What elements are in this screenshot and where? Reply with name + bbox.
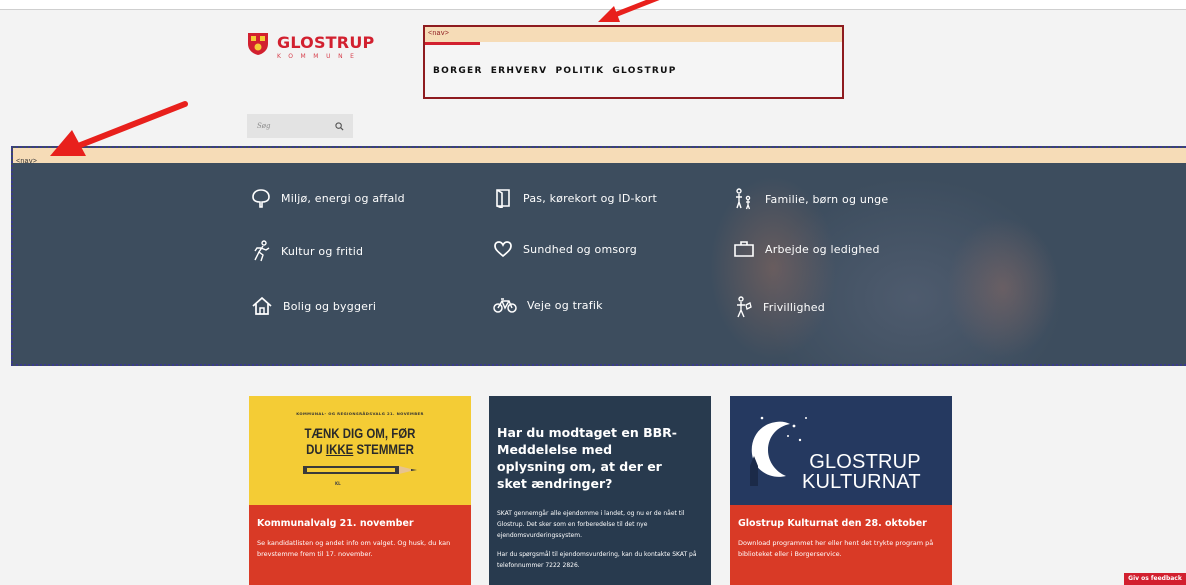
category-pas[interactable]: Pas, kørekort og ID-kort: [493, 188, 657, 208]
search-input[interactable]: Søg: [257, 122, 271, 130]
nav-glostrup[interactable]: GLOSTRUP: [612, 66, 676, 76]
nav-debug-tag: <nav>: [425, 27, 842, 42]
search-icon[interactable]: [335, 121, 344, 131]
category-nav: <nav> Miljø, energi og affald Pas, kørek…: [11, 146, 1186, 366]
briefcase-icon: [734, 241, 754, 257]
category-miljo[interactable]: Miljø, energi og affald: [251, 188, 405, 208]
pencil-illustration: [303, 466, 417, 474]
category-label: Kultur og fritid: [281, 244, 364, 258]
kulturnat-image: GLOSTRUP KULTURNAT: [730, 396, 952, 505]
volunteer-icon: [737, 296, 752, 318]
annotation-arrow-icon: [50, 101, 188, 156]
nav-debug-tag: <nav>: [16, 158, 38, 166]
active-underline: [425, 42, 480, 45]
card-footer: Kommunalvalg 21. november Se kandidatlis…: [249, 505, 471, 585]
category-label: Sundhed og omsorg: [523, 242, 637, 256]
family-icon: [736, 188, 751, 210]
poster-line-2: DU IKKE STEMMER: [306, 441, 414, 457]
site-logo[interactable]: GLOSTRUP KOMMUNE: [247, 32, 374, 61]
logo-subtitle: KOMMUNE: [277, 53, 362, 60]
card-text-1: SKAT gennemgår alle ejendomme i landet, …: [497, 510, 685, 539]
card-title[interactable]: Har du modtaget en BBR-Meddelelse med op…: [489, 396, 689, 492]
election-poster-image: KOMMUNAL- OG REGIONSRÅDSVALG 21. NOVEMBE…: [249, 396, 471, 505]
nav-erhverv[interactable]: ERHVERV: [491, 66, 548, 76]
card-title[interactable]: Glostrup Kulturnat den 28. oktober: [738, 518, 944, 529]
bicycle-icon: [493, 298, 517, 313]
category-familie[interactable]: Familie, børn og unge: [733, 188, 888, 210]
main-nav-highlight: <nav> BORGER ERHVERV POLITIK GLOSTRUP: [423, 25, 844, 99]
poster-logos: KL: [335, 481, 341, 486]
news-card-kulturnat[interactable]: GLOSTRUP KULTURNAT Glostrup Kulturnat de…: [730, 396, 952, 585]
poster-line-1: TÆNK DIG OM, FØR: [304, 425, 416, 441]
house-icon: [252, 296, 272, 315]
crest-icon: [248, 33, 268, 55]
feedback-button[interactable]: Giv os feedback: [1124, 573, 1186, 585]
category-label: Arbejde og ledighed: [765, 242, 880, 256]
category-label: Bolig og byggeri: [283, 299, 377, 313]
logo-name: GLOSTRUP: [277, 33, 375, 52]
news-card-kommunalvalg[interactable]: KOMMUNAL- OG REGIONSRÅDSVALG 21. NOVEMBE…: [249, 396, 471, 585]
category-label: Veje og trafik: [527, 298, 603, 312]
category-label: Pas, kørekort og ID-kort: [523, 191, 658, 205]
category-label: Familie, børn og unge: [765, 192, 889, 206]
kulturnat-line-1: GLOSTRUP: [809, 451, 921, 473]
heart-icon: [494, 241, 512, 258]
category-label: Miljø, energi og affald: [281, 191, 405, 205]
running-icon: [254, 240, 270, 262]
category-label: Frivillighed: [763, 300, 825, 314]
category-bolig[interactable]: Bolig og byggeri: [251, 296, 376, 316]
category-sundhed[interactable]: Sundhed og omsorg: [493, 240, 637, 258]
passport-icon: [496, 189, 510, 208]
card-text: Se kandidatlisten og andet info om valge…: [257, 539, 451, 558]
nav-politik[interactable]: POLITIK: [555, 66, 604, 76]
card-title[interactable]: Kommunalvalg 21. november: [257, 518, 463, 529]
card-text-2: Har du spørgsmål til ejendomsvurdering, …: [497, 551, 697, 569]
annotation-arrow-icon: [598, 0, 660, 22]
main-nav: BORGER ERHVERV POLITIK GLOSTRUP: [433, 66, 677, 76]
kulturnat-line-2: KULTURNAT: [802, 471, 921, 493]
news-card-bbr[interactable]: Har du modtaget en BBR-Meddelelse med op…: [489, 396, 711, 585]
category-arbejde[interactable]: Arbejde og ledighed: [733, 240, 880, 258]
category-veje[interactable]: Veje og trafik: [493, 296, 603, 314]
nav-borger[interactable]: BORGER: [433, 66, 483, 76]
tree-icon: [252, 189, 270, 208]
card-footer: Glostrup Kulturnat den 28. oktober Downl…: [730, 505, 952, 585]
card-text: Download programmet her eller hent det t…: [738, 539, 934, 558]
kulturnat-logo-text: GLOSTRUP KULTURNAT: [802, 452, 921, 492]
poster-small-text: KOMMUNAL- OG REGIONSRÅDSVALG 21. NOVEMBE…: [296, 411, 424, 416]
poster-headline: TÆNK DIG OM, FØR DU IKKE STEMMER: [269, 425, 451, 457]
category-kultur[interactable]: Kultur og fritid: [251, 240, 363, 262]
category-frivillighed[interactable]: Frivillighed: [733, 296, 825, 318]
search-box[interactable]: Søg: [247, 114, 353, 138]
